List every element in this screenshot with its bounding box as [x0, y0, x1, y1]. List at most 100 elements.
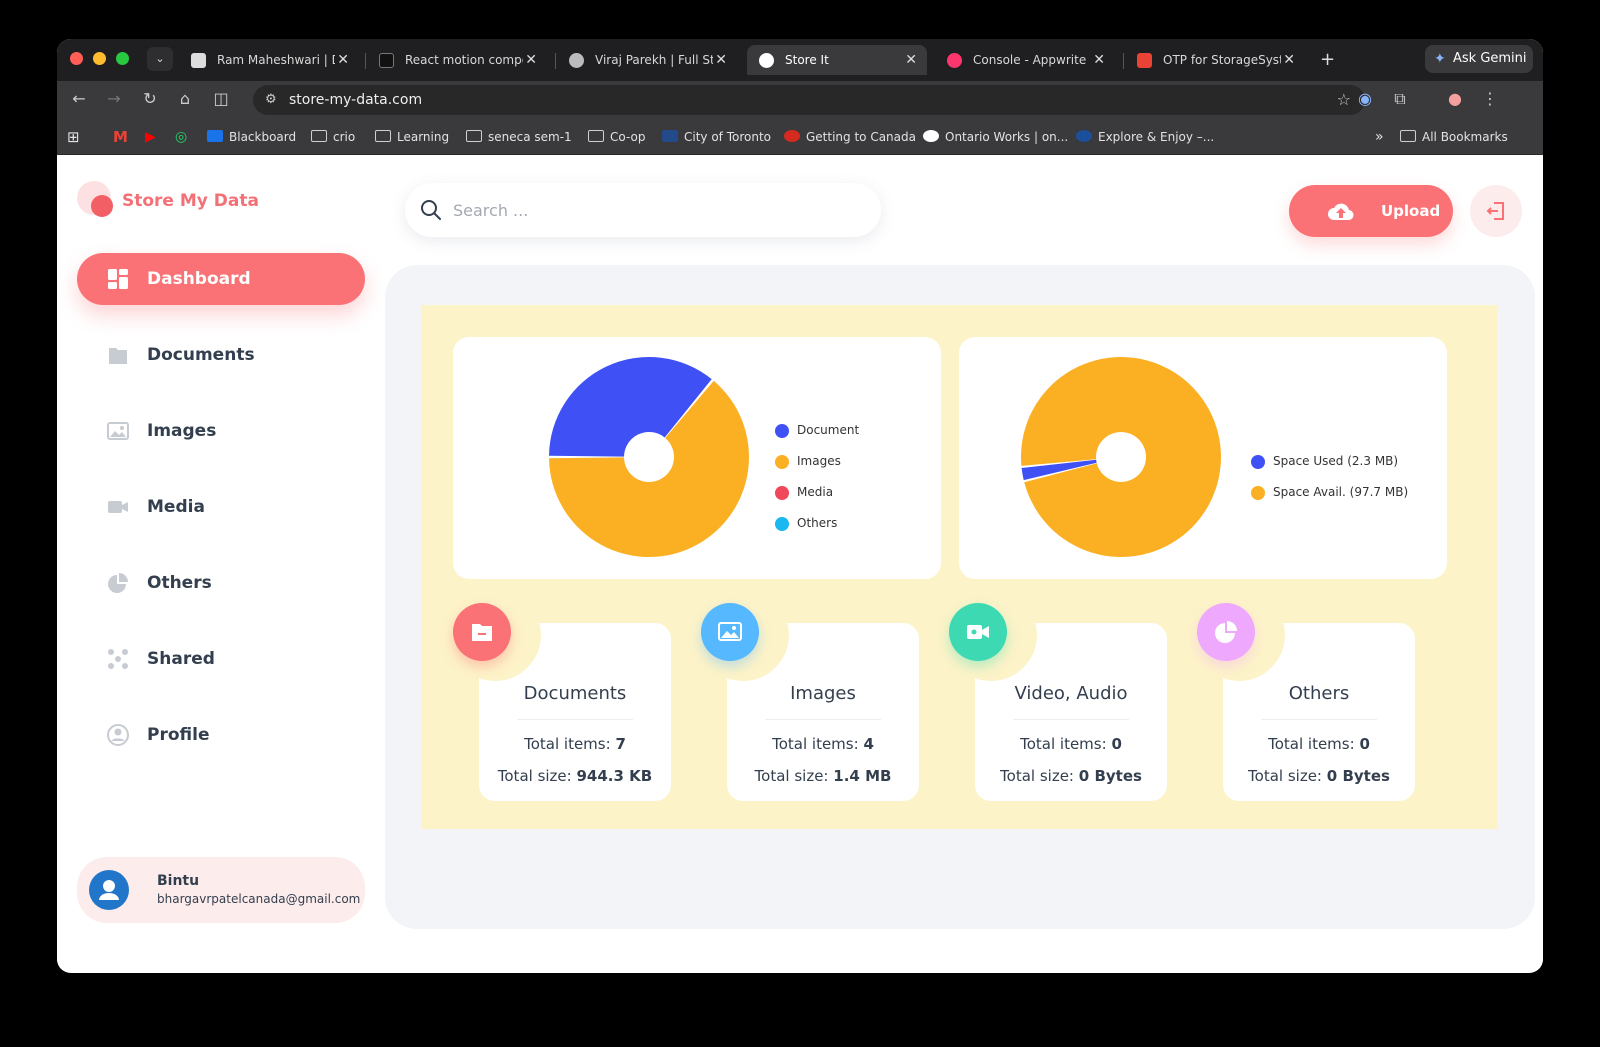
- bookmark-item[interactable]: Explore & Enjoy –...: [1076, 119, 1214, 155]
- video-icon: [949, 603, 1007, 661]
- tab-divider: [1123, 53, 1124, 69]
- ontario-icon: [923, 130, 939, 142]
- legend-dot: [775, 455, 789, 469]
- tab-close-icon[interactable]: ✕: [905, 45, 917, 75]
- legend-label: Document: [797, 423, 860, 437]
- sidebar-item-label: Media: [147, 497, 205, 517]
- tab-close-icon[interactable]: ✕: [337, 45, 349, 75]
- tab-close-icon[interactable]: ✕: [1283, 45, 1295, 75]
- tab-favicon-icon: [191, 53, 206, 68]
- upload-button[interactable]: Upload: [1289, 185, 1453, 237]
- tab-favicon-icon: [759, 53, 774, 68]
- browser-tab[interactable]: React motion compo ✕: [367, 45, 547, 75]
- bookmark-star-icon[interactable]: ☆: [1337, 85, 1351, 115]
- bookmark-item[interactable]: Getting to Canada: [784, 119, 916, 155]
- tab-favicon-icon: [1137, 53, 1152, 68]
- browser-tab[interactable]: OTP for StorageSyst ✕: [1125, 45, 1305, 75]
- youtube-icon[interactable]: ▶: [145, 119, 156, 155]
- browser-window: ⌄ Ram Maheshwari | De ✕ React motion com…: [57, 39, 1543, 973]
- all-bookmarks-button[interactable]: All Bookmarks: [1400, 119, 1508, 155]
- user-icon: [99, 880, 119, 900]
- bookmark-item[interactable]: City of Toronto: [662, 119, 771, 155]
- stat-card-video-audio[interactable]: Video, Audio Total items: 0 Total size: …: [945, 589, 1167, 801]
- city-of-toronto-icon: [662, 130, 678, 142]
- documents-icon: [109, 348, 127, 364]
- stat-size: Total size: 0 Bytes: [1000, 767, 1142, 785]
- more-bookmarks-button[interactable]: »: [1375, 119, 1384, 155]
- bookmark-item[interactable]: Co-op: [588, 119, 645, 155]
- minimize-window-button[interactable]: [93, 52, 106, 65]
- sidebar-item-dashboard[interactable]: Dashboard: [77, 253, 365, 305]
- tab-title: Console - Appwrite: [973, 53, 1087, 67]
- bookmark-item[interactable]: seneca sem-1: [466, 119, 572, 155]
- forward-arrow-icon[interactable]: →: [104, 89, 124, 108]
- stat-card-documents[interactable]: Documents Total items: 7 Total size: 944…: [449, 589, 671, 801]
- tab-title: Store It: [785, 53, 829, 67]
- whatsapp-icon[interactable]: ◎: [175, 119, 187, 155]
- bookmark-item[interactable]: Blackboard: [207, 119, 296, 155]
- bookmark-item[interactable]: crio: [311, 119, 355, 155]
- sidebar-item-documents[interactable]: Documents: [77, 329, 365, 381]
- file-type-chart-card: Document Images Media Others: [453, 337, 941, 579]
- tab-search-button[interactable]: ⌄: [147, 47, 173, 71]
- bookmark-item[interactable]: Ontario Works | on...: [923, 119, 1068, 155]
- gmail-icon[interactable]: M: [113, 119, 128, 155]
- sidebar-item-media[interactable]: Media: [77, 481, 365, 533]
- apps-grid-icon[interactable]: ⊞: [67, 119, 80, 155]
- bookmark-item[interactable]: Learning: [375, 119, 449, 155]
- maximize-window-button[interactable]: [116, 52, 129, 65]
- stat-card-images[interactable]: Images Total items: 4 Total size: 1.4 MB: [697, 589, 919, 801]
- sidebar-item-label: Documents: [147, 345, 255, 365]
- folder-icon: [375, 130, 391, 142]
- legend-dot: [775, 517, 789, 531]
- tab-close-icon[interactable]: ✕: [715, 45, 727, 75]
- storage-donut-chart: [1021, 357, 1221, 557]
- browser-tab[interactable]: Ram Maheshwari | De ✕: [179, 45, 359, 75]
- home-icon[interactable]: ⌂: [175, 89, 195, 108]
- sidebar-item-shared[interactable]: Shared: [77, 633, 365, 685]
- reload-icon[interactable]: ↻: [140, 89, 160, 108]
- brand-name[interactable]: Store My Data: [122, 191, 259, 211]
- legend-dot: [1251, 455, 1265, 469]
- stat-title: Documents: [523, 683, 627, 704]
- tab-title: Ram Maheshwari | De: [217, 53, 335, 67]
- extensions-icon[interactable]: ⧉: [1390, 89, 1410, 109]
- sidebar-item-profile[interactable]: Profile: [77, 709, 365, 761]
- url-text[interactable]: store-my-data.com: [289, 85, 422, 115]
- close-window-button[interactable]: [70, 52, 83, 65]
- search-input[interactable]: [453, 195, 853, 225]
- menu-dots-icon[interactable]: ⋮: [1480, 89, 1500, 108]
- logout-button[interactable]: [1470, 185, 1522, 237]
- search-bar[interactable]: [405, 183, 881, 237]
- ask-gemini-button[interactable]: ✦ Ask Gemini: [1425, 45, 1533, 73]
- sidebar-item-others[interactable]: Others: [77, 557, 365, 609]
- folder-icon: [311, 130, 327, 142]
- site-info-icon[interactable]: ⚙: [265, 85, 277, 115]
- stat-card-others[interactable]: Others Total items: 0 Total size: 0 Byte…: [1193, 589, 1415, 801]
- split-view-icon[interactable]: ◫: [211, 89, 231, 108]
- new-tab-button[interactable]: +: [1320, 45, 1335, 75]
- back-arrow-icon[interactable]: ←: [69, 89, 89, 108]
- stat-title: Video, Audio: [1014, 683, 1128, 704]
- sidebar-item-images[interactable]: Images: [77, 405, 365, 457]
- browser-tab[interactable]: Viraj Parekh | Full Sta ✕: [557, 45, 737, 75]
- app-root: Store My Data Dashboard Documents Images…: [57, 155, 1543, 973]
- user-card[interactable]: Bintu bhargavrpatelcanada@gmail.com: [77, 857, 365, 923]
- file-type-donut-chart: [549, 357, 749, 557]
- folder-icon: [466, 130, 482, 142]
- tab-close-icon[interactable]: ✕: [1093, 45, 1105, 75]
- stat-size: Total size: 0 Bytes: [1248, 767, 1390, 785]
- tab-close-icon[interactable]: ✕: [525, 45, 537, 75]
- donut-slice-space[interactable]: [1021, 357, 1221, 557]
- stat-size: Total size: 1.4 MB: [754, 767, 892, 785]
- sidebar-item-label: Images: [147, 421, 217, 441]
- account-avatar-icon[interactable]: ●: [1445, 89, 1465, 108]
- profile-sync-icon[interactable]: ◉: [1355, 89, 1375, 108]
- blackboard-icon: [207, 130, 223, 142]
- stat-items: Total items: 4: [772, 735, 874, 753]
- browser-tab-active[interactable]: Store It ✕: [747, 45, 927, 75]
- browser-tab[interactable]: Console - Appwrite ✕: [935, 45, 1115, 75]
- logo-icon[interactable]: [77, 181, 117, 221]
- url-field[interactable]: ⚙ store-my-data.com ☆: [253, 85, 1365, 115]
- profile-icon: [107, 724, 129, 746]
